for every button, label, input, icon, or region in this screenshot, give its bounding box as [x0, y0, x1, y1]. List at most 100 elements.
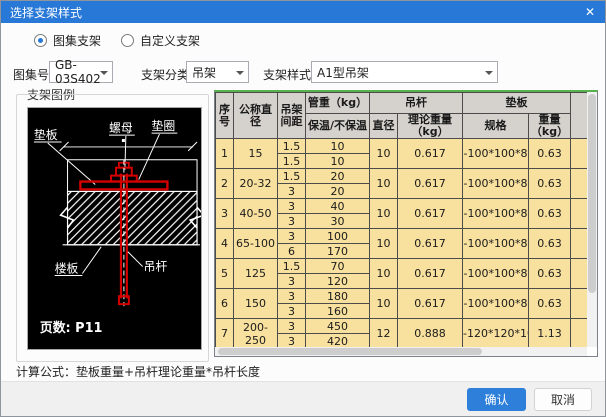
select-bracket-style-dialog: 选择支架样式 ✕ 图集支架 自定义支架 图集号 GB-03S402 支架分类 吊…	[0, 0, 606, 417]
table-cell[interactable]: 450	[306, 319, 370, 334]
table-row[interactable]: 340-50340100.617-100*100*80.63	[216, 199, 588, 214]
vertical-scrollbar[interactable]	[587, 92, 597, 347]
table-row[interactable]: 1151.510100.617-100*100*80.63	[216, 139, 588, 154]
table-cell[interactable]: 170	[306, 244, 370, 259]
table-cell[interactable]: 3	[278, 214, 306, 229]
table-cell[interactable]: 65-100	[234, 229, 278, 259]
table-cell[interactable]: 3	[216, 199, 234, 229]
radio-custom-bracket[interactable]	[121, 34, 134, 47]
table-cell[interactable]: 10	[306, 139, 370, 154]
table-row[interactable]: 7200-2503450120.888-120*120*101.13	[216, 319, 588, 334]
table-cell[interactable]: 100	[306, 229, 370, 244]
radio-custom-bracket-label[interactable]: 自定义支架	[140, 32, 200, 49]
table-cell[interactable]: 1.13	[529, 319, 571, 348]
table-cell[interactable]: 1.5	[278, 154, 306, 169]
table-cell[interactable]: 10	[306, 154, 370, 169]
table-cell[interactable]: 0.63	[529, 169, 571, 199]
table-cell[interactable]: 40	[306, 199, 370, 214]
table-cell[interactable]: 40-50	[234, 199, 278, 229]
table-cell[interactable]: 1.5	[278, 139, 306, 154]
table-cell[interactable]: 420	[306, 334, 370, 348]
table-cell[interactable]: 0.617	[398, 169, 463, 199]
table-cell[interactable]: 5	[216, 259, 234, 289]
table-cell[interactable]: 0.617	[398, 199, 463, 229]
table-cell[interactable]: 120	[306, 274, 370, 289]
table-cell[interactable]: 20-32	[234, 169, 278, 199]
table-cell[interactable]: 0.617	[398, 259, 463, 289]
table-cell[interactable]	[571, 199, 588, 229]
table-cell[interactable]: -100*100*8	[463, 289, 529, 319]
table-cell[interactable]	[571, 289, 588, 319]
table-cell[interactable]: 0.63	[529, 259, 571, 289]
table-cell[interactable]: 1	[216, 139, 234, 169]
table-row[interactable]: 51251.570100.617-100*100*80.63	[216, 259, 588, 274]
table-cell[interactable]: 6	[216, 289, 234, 319]
table-cell[interactable]: -120*120*10	[463, 319, 529, 348]
atlas-number-select[interactable]: GB-03S402	[49, 61, 113, 83]
table-cell[interactable]: 0.63	[529, 229, 571, 259]
table-cell[interactable]: 0.617	[398, 289, 463, 319]
dialog-title: 选择支架样式	[1, 4, 82, 21]
table-cell[interactable]: 7	[216, 319, 234, 348]
table-cell[interactable]: 70	[306, 259, 370, 274]
table-cell[interactable]: 3	[278, 334, 306, 348]
bracket-category-select[interactable]: 吊架	[186, 61, 249, 83]
table-cell[interactable]: 180	[306, 289, 370, 304]
table-cell[interactable]: 200-250	[234, 319, 278, 348]
table-cell[interactable]: 0.617	[398, 139, 463, 169]
horizontal-scrollbar-thumb[interactable]	[218, 348, 482, 355]
table-cell[interactable]: 30	[306, 214, 370, 229]
table-cell[interactable]: 160	[306, 304, 370, 319]
table-cell[interactable]: 3	[278, 289, 306, 304]
cancel-button[interactable]: 取消	[534, 388, 592, 411]
table-cell[interactable]: 3	[278, 304, 306, 319]
table-cell[interactable]: 2	[216, 169, 234, 199]
table-cell[interactable]: -100*100*8	[463, 199, 529, 229]
table-cell[interactable]: 0.63	[529, 199, 571, 229]
table-cell[interactable]: -100*100*8	[463, 259, 529, 289]
table-cell[interactable]	[571, 229, 588, 259]
table-cell[interactable]: 10	[370, 199, 398, 229]
radio-atlas-bracket[interactable]	[34, 34, 47, 47]
table-cell[interactable]: 3	[278, 319, 306, 334]
bracket-style-select[interactable]: A1型吊架	[311, 61, 498, 83]
table-cell[interactable]: 3	[278, 184, 306, 199]
table-cell[interactable]: 10	[370, 229, 398, 259]
close-icon[interactable]: ✕	[575, 1, 605, 23]
vertical-scrollbar-thumb[interactable]	[588, 94, 596, 293]
table-cell[interactable]: 0.617	[398, 229, 463, 259]
table-cell[interactable]: 150	[234, 289, 278, 319]
table-cell[interactable]: 15	[234, 139, 278, 169]
table-cell[interactable]: 1.5	[278, 259, 306, 274]
table-cell[interactable]: 6	[278, 244, 306, 259]
table-cell[interactable]: 125	[234, 259, 278, 289]
horizontal-scrollbar[interactable]	[215, 347, 587, 356]
table-cell[interactable]: 3	[278, 274, 306, 289]
table-cell[interactable]: 0.63	[529, 139, 571, 169]
table-cell[interactable]: 3	[278, 229, 306, 244]
table-cell[interactable]: 10	[370, 259, 398, 289]
table-cell[interactable]: 10	[370, 169, 398, 199]
table-cell[interactable]: 1.5	[278, 169, 306, 184]
table-cell[interactable]: 20	[306, 169, 370, 184]
table-cell[interactable]: 3	[278, 199, 306, 214]
table-row[interactable]: 61503180100.617-100*100*80.63	[216, 289, 588, 304]
table-cell[interactable]: -100*100*8	[463, 229, 529, 259]
table-row[interactable]: 220-321.520100.617-100*100*80.63	[216, 169, 588, 184]
table-cell[interactable]	[571, 169, 588, 199]
table-cell[interactable]: 20	[306, 184, 370, 199]
table-cell[interactable]: 0.63	[529, 289, 571, 319]
table-cell[interactable]: -100*100*8	[463, 169, 529, 199]
table-cell[interactable]: 10	[370, 289, 398, 319]
confirm-button[interactable]: 确认	[467, 388, 526, 411]
table-cell[interactable]: 0.888	[398, 319, 463, 348]
table-cell[interactable]: 10	[370, 139, 398, 169]
table-cell[interactable]	[571, 139, 588, 169]
table-cell[interactable]	[571, 319, 588, 348]
table-row[interactable]: 465-1003100100.617-100*100*80.63	[216, 229, 588, 244]
table-cell[interactable]: 12	[370, 319, 398, 348]
table-cell[interactable]: 4	[216, 229, 234, 259]
radio-atlas-bracket-label[interactable]: 图集支架	[53, 32, 101, 49]
table-cell[interactable]: -100*100*8	[463, 139, 529, 169]
table-cell[interactable]	[571, 259, 588, 289]
